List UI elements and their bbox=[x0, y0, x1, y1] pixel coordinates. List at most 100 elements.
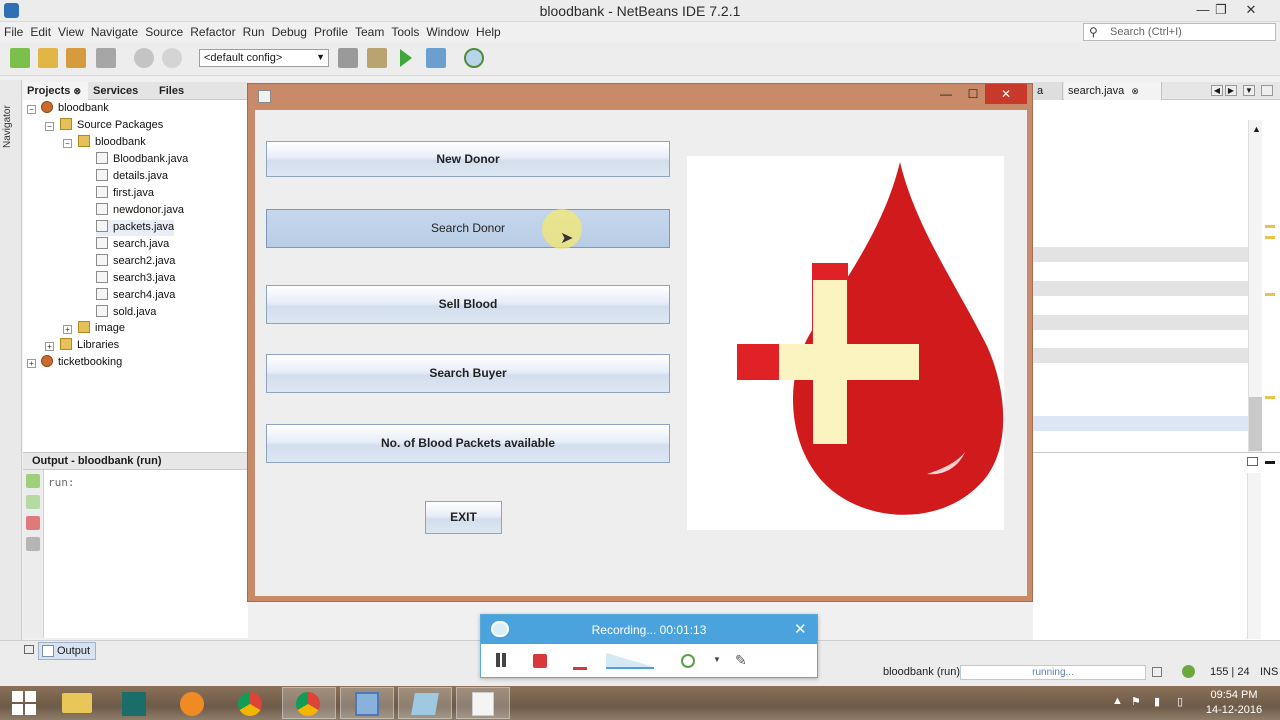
tree-item-file[interactable]: first.java bbox=[96, 186, 154, 202]
scroll-thumb[interactable] bbox=[1249, 397, 1262, 451]
debug-icon[interactable] bbox=[426, 48, 446, 68]
restore-panel-icon[interactable] bbox=[1247, 457, 1258, 466]
volume-slider[interactable] bbox=[606, 653, 654, 669]
chevron-down-icon[interactable]: ▼ bbox=[713, 655, 721, 664]
editor-tab-search-java[interactable]: search.java ⊗ bbox=[1064, 82, 1162, 100]
webcam-icon[interactable] bbox=[681, 654, 695, 668]
minimize-icon[interactable]: — bbox=[931, 84, 961, 104]
save-all-icon[interactable] bbox=[96, 48, 116, 68]
annotation-marker[interactable] bbox=[1265, 236, 1275, 239]
tab-list-icon[interactable]: ▼ bbox=[1243, 85, 1255, 96]
close-icon[interactable]: ✕ bbox=[1236, 0, 1266, 20]
tree-item-file[interactable]: search.java bbox=[96, 237, 169, 253]
power-icon[interactable]: ▮ bbox=[1154, 695, 1160, 708]
menu-navigate[interactable]: Navigate bbox=[87, 22, 141, 39]
expand-icon[interactable]: + bbox=[63, 325, 72, 334]
maximize-editor-icon[interactable] bbox=[1261, 85, 1273, 96]
configuration-select[interactable]: <default config> ▼ bbox=[199, 49, 329, 67]
tree-item-file[interactable]: search2.java bbox=[96, 254, 175, 270]
tray-arrow-icon[interactable]: ▲ bbox=[1112, 695, 1123, 707]
menu-edit[interactable]: Edit bbox=[26, 22, 54, 39]
close-icon[interactable]: ✕ bbox=[794, 620, 807, 638]
tab-files[interactable]: Files bbox=[155, 82, 215, 100]
tab-projects[interactable]: Projects ⊗ bbox=[23, 82, 88, 100]
expand-icon[interactable]: + bbox=[45, 342, 54, 351]
menu-help[interactable]: Help bbox=[472, 22, 504, 39]
clean-build-icon[interactable] bbox=[367, 48, 387, 68]
annotation-marker[interactable] bbox=[1265, 293, 1275, 296]
expand-icon[interactable]: + bbox=[27, 359, 36, 368]
blood-packets-button[interactable]: No. of Blood Packets available bbox=[266, 424, 670, 463]
system-clock[interactable]: 09:54 PM 14-12-2016 bbox=[1196, 688, 1272, 718]
profile-icon[interactable] bbox=[464, 48, 484, 68]
menu-profile[interactable]: Profile bbox=[310, 22, 351, 39]
close-icon[interactable]: ✕ bbox=[985, 84, 1027, 104]
new-project-icon[interactable] bbox=[38, 48, 58, 68]
menu-debug[interactable]: Debug bbox=[268, 22, 310, 39]
document-app-icon[interactable] bbox=[398, 687, 452, 719]
scroll-tabs-left-icon[interactable]: ◀ bbox=[1211, 85, 1223, 96]
chrome-icon[interactable] bbox=[224, 687, 278, 719]
chrome-window-icon[interactable] bbox=[282, 687, 336, 719]
settings-icon[interactable] bbox=[26, 537, 40, 551]
media-app-icon[interactable] bbox=[108, 687, 162, 719]
windows-start-icon[interactable] bbox=[12, 691, 36, 715]
tree-item-file[interactable]: sold.java bbox=[96, 305, 156, 321]
annotation-marker[interactable] bbox=[1265, 396, 1275, 399]
scroll-up-icon[interactable]: ▲ bbox=[1252, 124, 1261, 134]
menu-view[interactable]: View bbox=[54, 22, 87, 39]
output-minimized-button[interactable]: Output bbox=[38, 642, 96, 660]
navigator-tab[interactable]: Navigator bbox=[2, 100, 20, 148]
rerun-icon[interactable] bbox=[26, 474, 40, 488]
build-hammer-icon[interactable] bbox=[338, 48, 358, 68]
search-input[interactable]: ⚲ Search (Ctrl+I) bbox=[1083, 23, 1276, 41]
output-console[interactable]: run: bbox=[44, 470, 248, 638]
new-donor-button[interactable]: New Donor bbox=[266, 141, 670, 177]
tree-item-file[interactable]: search4.java bbox=[96, 288, 175, 304]
collapse-icon[interactable]: − bbox=[27, 105, 36, 114]
search-donor-button[interactable]: Search Donor bbox=[266, 209, 670, 248]
app-title-bar[interactable]: — ☐ ✕ bbox=[248, 84, 1032, 108]
stop-icon[interactable] bbox=[26, 516, 40, 530]
code-editor[interactable] bbox=[1033, 100, 1280, 452]
tree-item-image-folder[interactable]: image bbox=[78, 321, 125, 337]
tree-item-file[interactable]: Bloodbank.java bbox=[96, 152, 188, 168]
menu-file[interactable]: File bbox=[0, 22, 26, 39]
tree-item-libraries[interactable]: Libraries bbox=[60, 338, 119, 354]
tree-item-project[interactable]: bloodbank bbox=[41, 101, 109, 117]
menu-refactor[interactable]: Refactor bbox=[186, 22, 238, 39]
close-tab-icon[interactable]: ⊗ bbox=[73, 86, 81, 96]
notifications-icon[interactable] bbox=[1182, 665, 1195, 678]
open-project-icon[interactable] bbox=[66, 48, 86, 68]
rerun-with-params-icon[interactable] bbox=[26, 495, 40, 509]
audio-level-icon[interactable] bbox=[573, 667, 587, 670]
redo-icon[interactable] bbox=[162, 48, 182, 68]
new-file-icon[interactable] bbox=[10, 48, 30, 68]
scroll-tabs-right-icon[interactable]: ▶ bbox=[1225, 85, 1237, 96]
close-tab-icon[interactable]: ⊗ bbox=[1131, 86, 1139, 96]
cancel-task-icon[interactable] bbox=[1152, 667, 1162, 677]
exit-button[interactable]: EXIT bbox=[425, 501, 502, 534]
tree-item-source-packages[interactable]: Source Packages bbox=[60, 118, 163, 134]
output-scrollbar[interactable] bbox=[1247, 473, 1261, 639]
menu-source[interactable]: Source bbox=[141, 22, 186, 39]
minimize-panel-icon[interactable]: ▬ bbox=[1265, 456, 1275, 467]
tree-item-file[interactable]: newdonor.java bbox=[96, 203, 184, 219]
search-buyer-button[interactable]: Search Buyer bbox=[266, 354, 670, 393]
pencil-icon[interactable]: ✎ bbox=[735, 652, 747, 669]
collapse-icon[interactable]: − bbox=[45, 122, 54, 131]
run-icon[interactable] bbox=[400, 49, 412, 67]
file-explorer-icon[interactable] bbox=[50, 687, 104, 719]
uc-browser-icon[interactable] bbox=[166, 687, 220, 719]
sell-blood-button[interactable]: Sell Blood bbox=[266, 285, 670, 324]
undo-icon[interactable] bbox=[134, 48, 154, 68]
menu-window[interactable]: Window bbox=[422, 22, 472, 39]
tree-item-file[interactable]: details.java bbox=[96, 169, 168, 185]
restore-icon[interactable] bbox=[24, 645, 34, 654]
maximize-icon[interactable]: ❐ bbox=[1206, 0, 1236, 20]
tree-item-project[interactable]: ticketbooking bbox=[41, 355, 122, 371]
pause-icon[interactable] bbox=[496, 653, 500, 667]
stop-icon[interactable] bbox=[533, 654, 547, 668]
editor-tab[interactable]: a bbox=[1033, 82, 1063, 100]
tree-item-file-selected[interactable]: packets.java bbox=[96, 220, 175, 236]
